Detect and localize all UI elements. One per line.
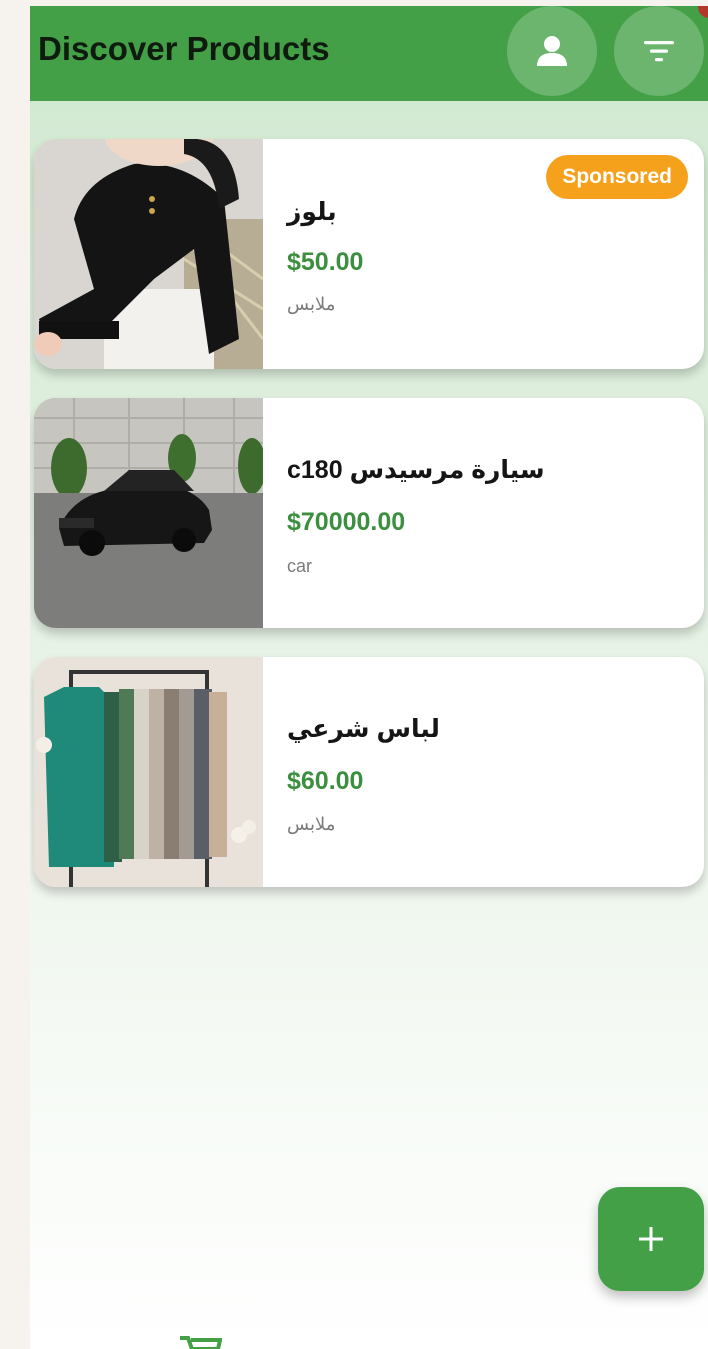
- product-category: ملابس: [287, 294, 336, 314]
- product-image: [34, 657, 263, 887]
- product-title: لباس شرعي: [287, 715, 440, 743]
- product-image: [34, 139, 263, 369]
- product-card[interactable]: لباس شرعي $60.00 ملابس: [34, 657, 704, 887]
- product-card[interactable]: بلوز $50.00 ملابس Sponsored: [34, 139, 704, 369]
- product-card[interactable]: c180 سيارة مرسيدس $70000.00 car: [34, 398, 704, 628]
- profile-button[interactable]: [507, 6, 597, 96]
- product-price: $50.00: [287, 248, 364, 276]
- filter-button[interactable]: [614, 6, 704, 96]
- cart-icon[interactable]: [178, 1336, 222, 1349]
- notification-dot: [698, 6, 708, 18]
- plus-icon: [639, 1227, 663, 1251]
- app-screen: Discover Products بلوز $50.00 ملابس Spon…: [30, 6, 708, 1349]
- product-price: $60.00: [287, 767, 364, 795]
- person-icon: [537, 36, 567, 66]
- product-title: بلوز: [287, 198, 337, 226]
- filter-icon: [644, 41, 674, 62]
- add-product-button[interactable]: [598, 1187, 704, 1291]
- product-category: car: [287, 556, 313, 576]
- product-image: [34, 398, 263, 628]
- sponsored-badge: Sponsored: [546, 155, 688, 199]
- product-title: c180 سيارة مرسيدس: [287, 456, 545, 484]
- page-title: Discover Products: [38, 30, 330, 67]
- app-bar: Discover Products: [30, 6, 708, 101]
- product-category: ملابس: [287, 814, 336, 834]
- product-price: $70000.00: [287, 508, 406, 536]
